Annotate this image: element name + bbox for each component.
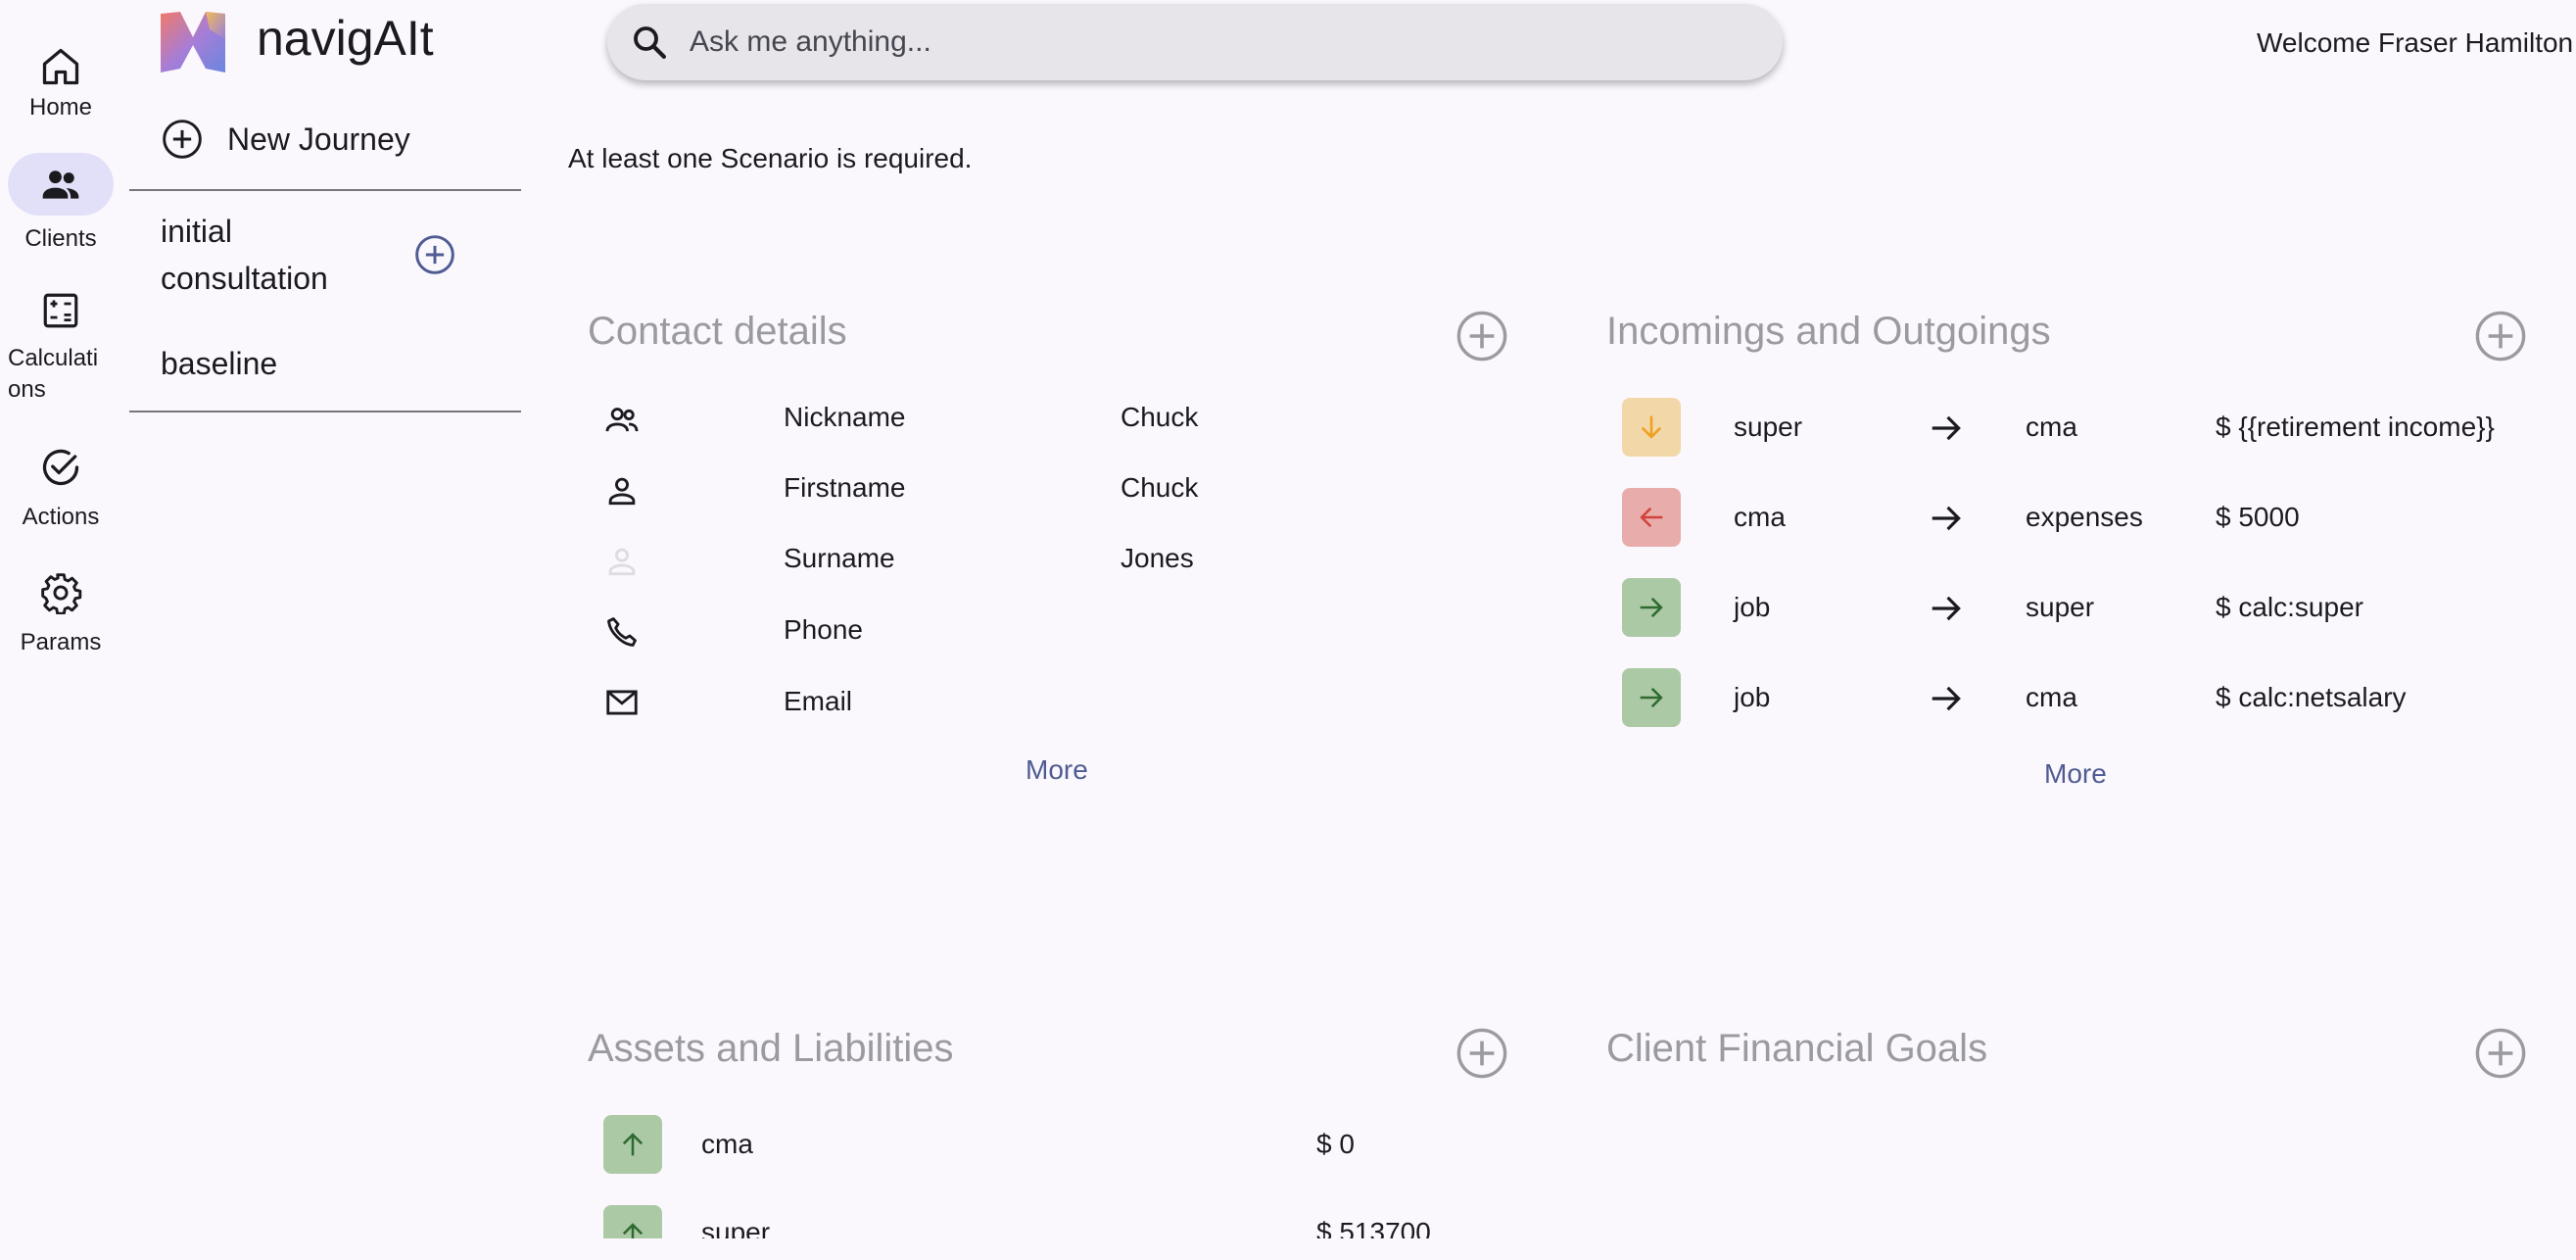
flow-amount: $ calc:netsalary [2216,682,2407,712]
asset-amount: $ 0 [1316,1129,1355,1159]
flow-type-chip [1622,488,1681,547]
contact-value: Jones [1121,543,1194,573]
phone-icon [603,613,641,651]
flow-to: expenses [2026,502,2143,532]
people-icon [8,153,114,216]
flow-amount: $ calc:super [2216,592,2363,622]
journey-item-initial-consultation[interactable]: initial consultation [161,208,328,302]
rail-label-calculations: Calculati ons [8,345,99,403]
rail-item-home[interactable]: Home [0,35,121,123]
asset-name: super [701,1217,771,1238]
assets-list: cma $ 0 super $ 513700 [588,1107,1469,1238]
flow-from: super [1734,412,1803,442]
contact-value: Chuck [1121,402,1199,432]
person-faded-icon [603,543,641,580]
rail-item-params[interactable]: Params [0,564,121,658]
add-asset-button[interactable] [1455,1027,1508,1080]
add-contact-button[interactable] [1455,310,1508,363]
flow-amount: $ {{retirement income}} [2216,412,2495,442]
client-financial-goals-title: Client Financial Goals [1606,1027,1988,1070]
person-icon [603,472,641,509]
journey-divider-top [129,189,521,191]
contact-details-title: Contact details [588,310,847,353]
arrow-right-icon [1640,687,1663,708]
flow-type-chip [1622,578,1681,637]
add-scenario-button[interactable] [413,233,456,276]
welcome-text: Welcome Fraser Hamilton [2257,27,2574,58]
assets-liabilities-title: Assets and Liabilities [588,1027,954,1070]
arrow-right-icon [1640,597,1663,618]
mail-icon [603,684,641,721]
contact-label: Phone [784,614,863,645]
add-flow-button[interactable] [2474,310,2527,363]
brand-logo [159,10,227,74]
contact-value: Chuck [1121,472,1199,503]
add-circle-icon [2475,311,2526,362]
search-input[interactable] [690,25,1728,59]
flow-to: cma [2026,682,2077,712]
journey-divider-bottom [129,411,521,412]
contact-label: Surname [784,543,895,573]
flow-to: cma [2026,412,2077,442]
arrow-up-icon [622,1223,644,1238]
asset-type-chip [603,1115,662,1174]
rail-item-actions[interactable]: Actions [0,439,121,533]
home-icon [8,35,114,98]
arrow-left-icon [1640,507,1663,528]
arrow-right-icon [1928,500,1965,537]
flow-type-chip [1622,398,1681,457]
rail-item-calculations[interactable]: Calculati ons [0,286,121,406]
rail-label-home: Home [28,94,93,121]
new-journey-button[interactable]: New Journey [161,118,410,161]
asset-name: cma [701,1129,753,1159]
arrow-down-icon [1641,415,1662,439]
rail-label-actions: Actions [22,504,100,530]
rail-label-clients: Clients [24,225,97,252]
flows-more-button[interactable]: More [2044,758,2107,790]
asset-amount: $ 513700 [1316,1217,1431,1238]
calculator-icon [8,286,114,335]
flow-amount: $ 5000 [2216,502,2300,532]
contact-label: Email [784,686,853,716]
scenario-required-message: At least one Scenario is required. [568,143,973,173]
journey-item-baseline[interactable]: baseline [161,340,277,387]
people-icon [603,402,641,439]
search-bar[interactable] [607,4,1783,80]
arrow-right-icon [1928,680,1965,717]
arrow-up-icon [622,1133,644,1156]
rail-item-clients[interactable]: Clients [0,153,121,255]
brand-name: navigAIt [257,11,434,66]
flow-from: cma [1734,502,1786,532]
add-circle-icon [1456,311,1507,362]
flow-from: job [1734,592,1771,622]
flow-type-chip [1622,668,1681,727]
asset-type-chip [603,1205,662,1238]
search-icon [629,22,670,63]
rail-label-params: Params [20,629,102,655]
add-circle-icon [161,118,204,161]
check-circle-icon [8,439,114,496]
add-circle-icon [415,235,454,274]
new-journey-label: New Journey [227,121,410,157]
arrow-right-icon [1928,410,1965,447]
contact-label: Nickname [784,402,906,432]
gear-icon [8,564,114,621]
add-goal-button[interactable] [2474,1027,2527,1080]
contact-more-button[interactable]: More [1026,754,1088,786]
incomings-outgoings-title: Incomings and Outgoings [1606,310,2051,353]
add-circle-icon [2475,1028,2526,1079]
arrow-right-icon [1928,590,1965,627]
flow-from: job [1734,682,1771,712]
add-circle-icon [1456,1028,1507,1079]
flow-to: super [2026,592,2095,622]
contact-label: Firstname [784,472,906,503]
